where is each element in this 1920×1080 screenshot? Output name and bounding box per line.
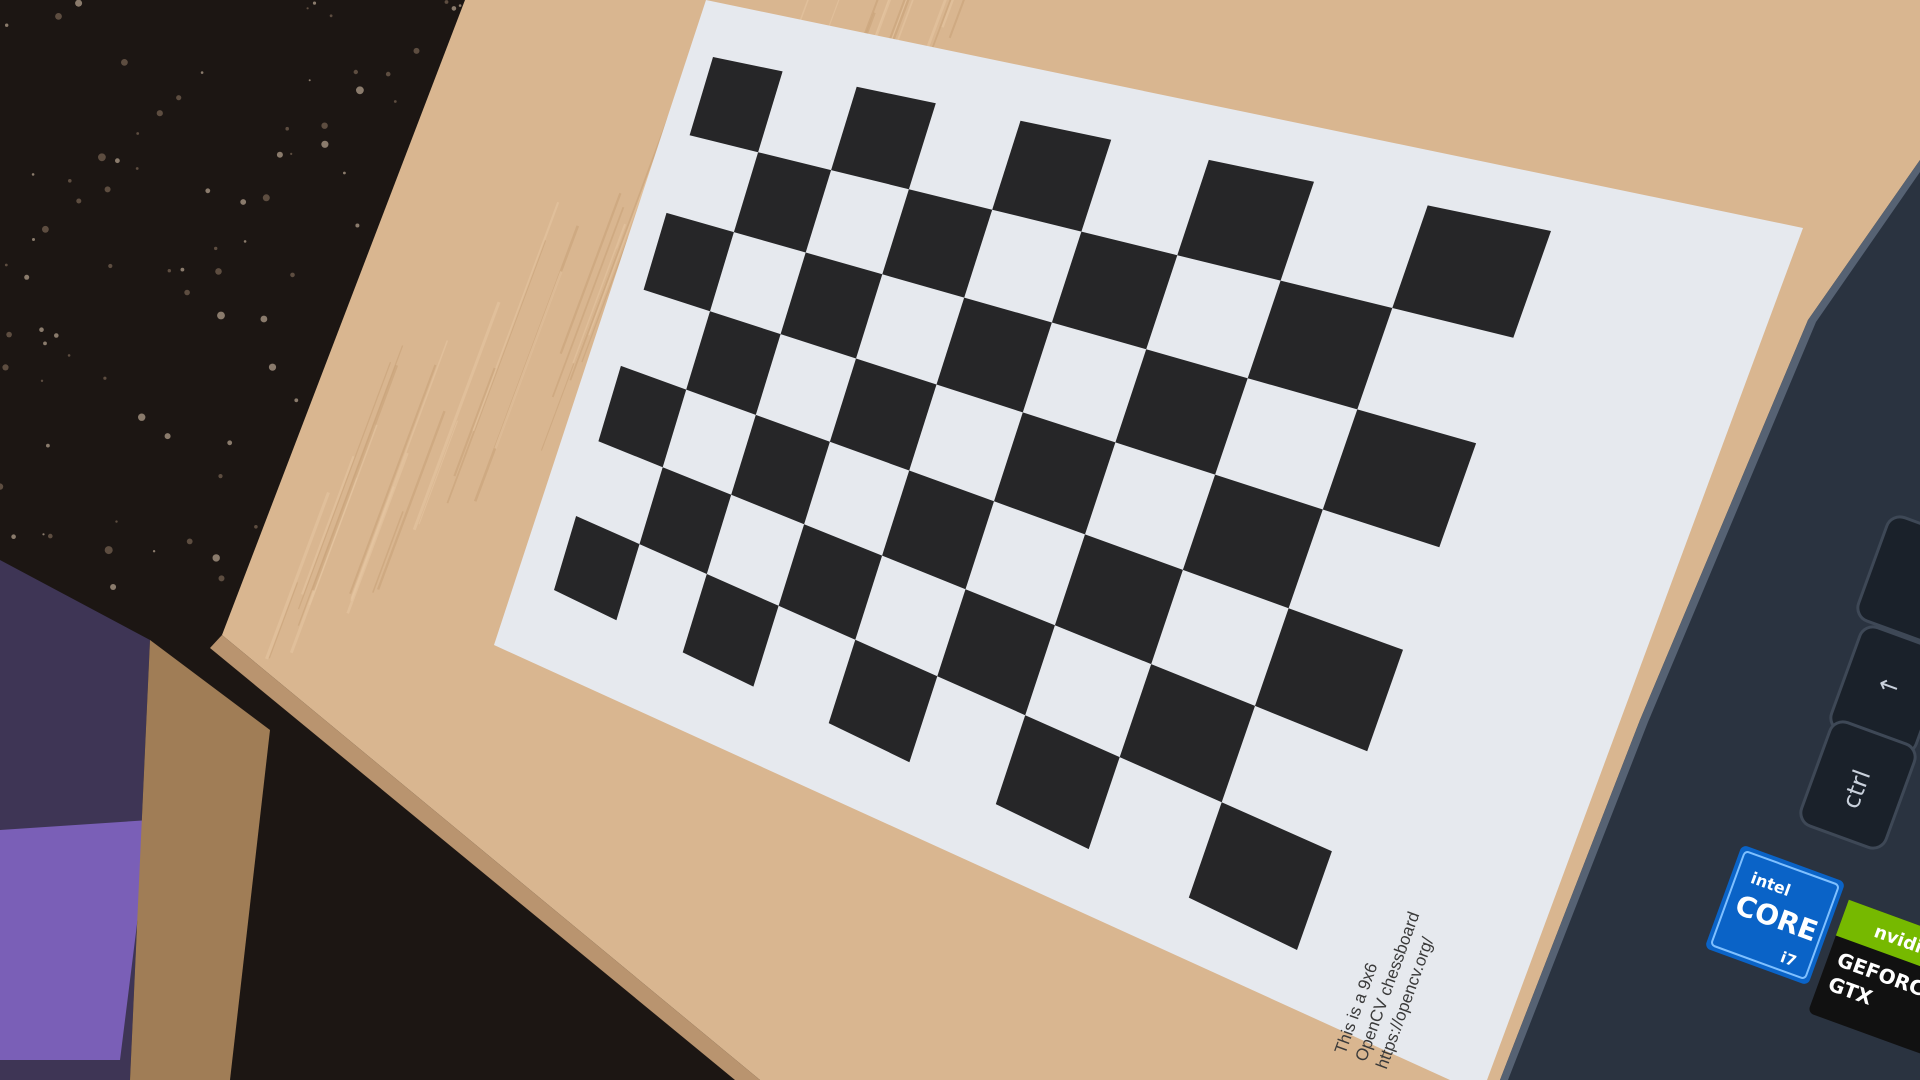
floor-speck: [268, 363, 277, 371]
floor-speck: [308, 79, 311, 82]
floor-speck: [103, 376, 107, 380]
floor-speck: [138, 413, 146, 421]
floor-speck: [260, 315, 268, 323]
floor-speck: [458, 4, 462, 7]
floor-speck: [285, 126, 290, 131]
floor-speck: [217, 311, 225, 320]
floor-speck: [39, 327, 44, 333]
floor-speck: [356, 86, 364, 95]
floor-speck: [393, 100, 397, 103]
floor-speck: [240, 199, 247, 205]
floor-speck: [76, 198, 82, 204]
floor-speck: [306, 7, 309, 10]
photo-scene: This is a 9x6 OpenCV chessboard https://…: [0, 0, 1920, 1080]
floor-speck: [43, 341, 47, 346]
floor-speck: [329, 14, 333, 18]
floor-speck: [6, 331, 12, 338]
floor-speck: [321, 122, 328, 129]
floor-speck: [48, 533, 53, 539]
floor-speck: [115, 158, 120, 164]
floor-speck: [355, 223, 360, 228]
floor-speck: [215, 268, 222, 275]
floor-speck: [40, 379, 44, 382]
floor-speck: [54, 333, 59, 338]
floor-speck: [2, 364, 9, 371]
floor-speck: [200, 71, 204, 74]
floor-speck: [46, 443, 50, 448]
floor-speck: [218, 474, 223, 479]
floor-speck: [294, 398, 299, 403]
floor-speck: [135, 167, 139, 170]
floor-speck: [186, 538, 193, 545]
floor-speck: [24, 274, 30, 280]
floor-speck: [67, 354, 71, 357]
floor-speck: [214, 246, 218, 251]
floor-speck: [353, 69, 358, 75]
floor-speck: [451, 6, 457, 11]
floor-speck: [321, 140, 329, 148]
floor-speck: [176, 95, 182, 101]
floor-speck: [262, 194, 270, 202]
floor-speck: [290, 152, 293, 155]
floor-speck: [413, 47, 420, 54]
floor-speck: [243, 240, 247, 243]
floor-speck: [11, 534, 16, 539]
floor-speck: [212, 554, 220, 562]
floor-speck: [98, 153, 106, 162]
floor-speck: [152, 550, 156, 553]
floor-speck: [180, 267, 185, 272]
floor-speck: [42, 533, 45, 536]
floor-speck: [136, 132, 140, 135]
floor-speck: [4, 263, 8, 267]
floor-speck: [108, 263, 113, 269]
floor-speck: [42, 225, 49, 233]
floor-speck: [31, 173, 35, 176]
floor-speck: [55, 13, 62, 20]
floor-speck: [312, 1, 317, 5]
floor-speck: [385, 71, 391, 77]
floor-speck: [184, 289, 190, 296]
floor-speck: [75, 0, 83, 7]
floor-speck: [254, 525, 258, 529]
floor-speck: [110, 584, 117, 590]
floor-speck: [115, 520, 118, 523]
floor-speck: [218, 575, 225, 582]
floor-speck: [205, 188, 211, 194]
floor-speck: [167, 269, 171, 273]
floor-speck: [343, 171, 346, 175]
floor-speck: [156, 110, 163, 117]
floor-speck: [104, 546, 113, 555]
floor-speck: [5, 23, 9, 27]
floor-speck: [121, 59, 128, 66]
floor-speck: [227, 440, 233, 446]
floor-speck: [68, 179, 72, 183]
floor-speck: [164, 433, 171, 440]
floor-speck: [104, 186, 111, 193]
floor-speck: [276, 151, 283, 158]
floor-speck: [444, 0, 449, 4]
floor-speck: [32, 238, 35, 241]
floor-speck: [290, 272, 295, 278]
